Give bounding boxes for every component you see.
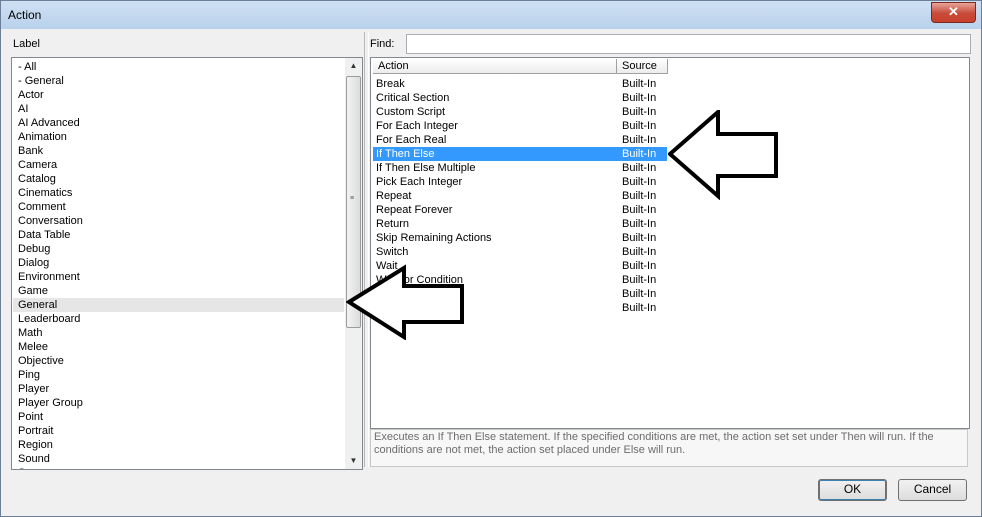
label-panel: Label ▲ ≡ ▼ - All - General Actor AI AI Adva… xyxy=(7,30,363,470)
action-source: Built-In xyxy=(622,176,657,188)
action-source: Built-In xyxy=(622,148,657,160)
action-row[interactable]: If Then Else Multiple Built-In xyxy=(373,161,667,175)
label-list[interactable]: ▲ ≡ ▼ - All - General Actor AI AI Advanced An… xyxy=(11,57,363,470)
action-row[interactable]: Repeat Forever Built-In xyxy=(373,203,667,217)
action-row[interactable]: Break Built-In xyxy=(373,77,667,91)
label-list-item[interactable]: Sound xyxy=(13,452,344,466)
action-source: Built-In xyxy=(622,106,657,118)
action-source: Built-In xyxy=(622,204,657,216)
action-name: For Each Integer xyxy=(376,120,458,132)
action-source: Built-In xyxy=(622,78,657,90)
scroll-down-icon[interactable]: ▼ xyxy=(345,453,362,469)
action-row[interactable]: For Each Real Built-In xyxy=(373,133,667,147)
action-name: Repeat Forever xyxy=(376,204,453,216)
find-label: Find: xyxy=(370,38,395,50)
action-source: Built-In xyxy=(622,260,657,272)
label-list-item[interactable]: Leaderboard xyxy=(13,312,344,326)
scroll-up-icon[interactable]: ▲ xyxy=(345,58,362,74)
action-source: Built-In xyxy=(622,120,657,132)
action-name: Pick Each Integer xyxy=(376,176,463,188)
label-list-item[interactable]: Actor xyxy=(13,88,344,102)
action-name: If Then Else xyxy=(376,148,435,160)
action-row[interactable]: Custom Script Built-In xyxy=(373,105,667,119)
action-source: Built-In xyxy=(622,162,657,174)
label-list-item[interactable]: Conversation xyxy=(13,214,344,228)
action-name: Return xyxy=(376,218,410,230)
column-header-action[interactable]: Action xyxy=(373,59,617,74)
close-icon[interactable]: ✕ xyxy=(948,4,959,19)
label-list-item[interactable]: Catalog xyxy=(13,172,344,186)
action-source: Built-In xyxy=(622,232,657,244)
label-list-item[interactable]: Debug xyxy=(13,242,344,256)
action-source: Built-In xyxy=(622,190,657,202)
label-list-item[interactable]: Bank xyxy=(13,144,344,158)
label-list-item[interactable]: Comment xyxy=(13,200,344,214)
label-list-item[interactable]: - General xyxy=(13,74,344,88)
label-list-item[interactable]: Math xyxy=(13,326,344,340)
action-row[interactable]: Return Built-In xyxy=(373,217,667,231)
label-list-item[interactable]: AI Advanced xyxy=(13,116,344,130)
action-name: Switch xyxy=(376,246,409,258)
action-row[interactable]: Pick Each Integer Built-In xyxy=(373,175,667,189)
action-name: Critical Section xyxy=(376,92,450,104)
label-list-item[interactable]: General xyxy=(13,298,344,312)
label-header: Label xyxy=(13,38,40,50)
action-row[interactable]: Switch Built-In xyxy=(373,245,667,259)
label-list-item[interactable]: Camera xyxy=(13,158,344,172)
action-row[interactable]: Critical Section Built-In xyxy=(373,91,667,105)
label-list-item[interactable]: Portrait xyxy=(13,424,344,438)
dialog-body: Label ▲ ≡ ▼ - All - General Actor AI AI Adva… xyxy=(7,30,975,510)
label-list-item[interactable]: S xyxy=(13,466,344,469)
action-row[interactable]: Skip Remaining Actions Built-In xyxy=(373,231,667,245)
action-row[interactable]: For Each Integer Built-In xyxy=(373,119,667,133)
action-source: Built-In xyxy=(622,302,657,314)
action-row[interactable]: If Then Else Built-In xyxy=(373,147,667,161)
label-list-item[interactable]: - All xyxy=(13,60,344,74)
ok-button[interactable]: OK xyxy=(818,479,887,501)
action-source: Built-In xyxy=(622,134,657,146)
label-list-item[interactable]: Player Group xyxy=(13,396,344,410)
label-list-item[interactable]: Player xyxy=(13,382,344,396)
action-row[interactable]: Repeat Built-In xyxy=(373,189,667,203)
find-input[interactable] xyxy=(406,34,971,54)
label-list-item[interactable]: Melee xyxy=(13,340,344,354)
action-panel: Find: Action Source Break Built-In Critica… xyxy=(369,30,975,470)
action-name: For Each Real xyxy=(376,134,447,146)
action-source: Built-In xyxy=(622,274,657,286)
column-header-source[interactable]: Source xyxy=(617,59,668,74)
label-list-item[interactable]: Animation xyxy=(13,130,344,144)
action-source: Built-In xyxy=(622,246,657,258)
title-bar: Action ✕ xyxy=(1,1,981,29)
label-list-item[interactable]: Objective xyxy=(13,354,344,368)
label-list-item[interactable]: Ping xyxy=(13,368,344,382)
action-name: Custom Script xyxy=(376,106,446,118)
cancel-button[interactable]: Cancel xyxy=(898,479,967,501)
label-list-item[interactable]: Dialog xyxy=(13,256,344,270)
window-title: Action xyxy=(8,8,42,22)
close-button[interactable]: ✕ xyxy=(931,2,976,23)
pointer-arrow-left-icon xyxy=(346,264,464,340)
action-name: Repeat xyxy=(376,190,412,202)
scroll-grip-icon: ≡ xyxy=(350,195,355,202)
label-list-item[interactable]: AI xyxy=(13,102,344,116)
action-source: Built-In xyxy=(622,288,657,300)
pointer-arrow-right-icon xyxy=(668,110,778,200)
label-list-item[interactable]: Environment xyxy=(13,270,344,284)
label-list-item[interactable]: Cinematics xyxy=(13,186,344,200)
action-description: Executes an If Then Else statement. If t… xyxy=(370,429,968,467)
action-dialog: Action ✕ Label ▲ ≡ ▼ - All - General Actor… xyxy=(0,0,982,517)
label-list-item[interactable]: Point xyxy=(13,410,344,424)
action-source: Built-In xyxy=(622,92,657,104)
label-list-item[interactable]: Game xyxy=(13,284,344,298)
label-list-item[interactable]: Data Table xyxy=(13,228,344,242)
action-name: Break xyxy=(376,78,405,90)
action-source: Built-In xyxy=(622,218,657,230)
label-list-item[interactable]: Region xyxy=(13,438,344,452)
action-name: Skip Remaining Actions xyxy=(376,232,492,244)
action-name: If Then Else Multiple xyxy=(376,162,476,174)
